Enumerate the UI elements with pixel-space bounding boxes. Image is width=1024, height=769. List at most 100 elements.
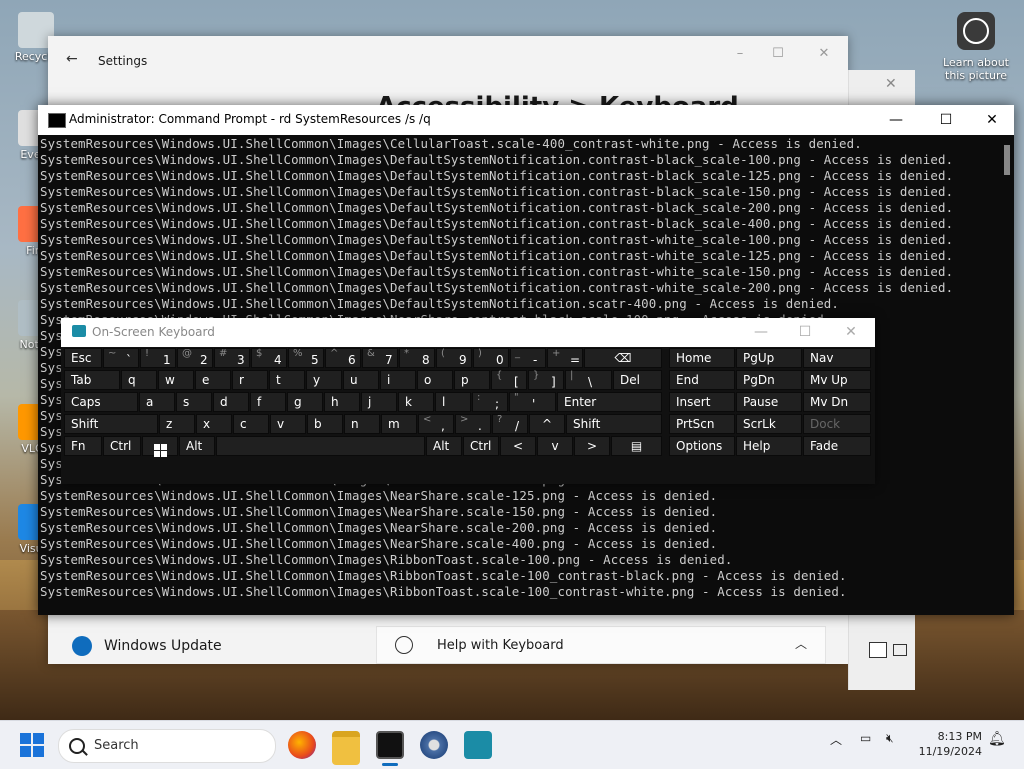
key-i[interactable]: i xyxy=(380,370,416,390)
key-7[interactable]: & 7 xyxy=(362,348,398,368)
key-mvdn[interactable]: Mv Dn xyxy=(803,392,871,412)
key-enter[interactable]: Enter xyxy=(557,392,662,412)
key-help[interactable]: Help xyxy=(736,436,802,456)
key-[interactable]: < xyxy=(500,436,536,456)
key-win[interactable] xyxy=(142,436,178,457)
key-tab[interactable]: Tab xyxy=(64,370,120,390)
key-mvup[interactable]: Mv Up xyxy=(803,370,871,390)
key-alt[interactable]: Alt xyxy=(179,436,215,456)
key-[interactable]: ? / xyxy=(492,414,528,434)
learn-about-picture[interactable]: Learn about this picture xyxy=(938,12,1014,82)
key-[interactable]: }] xyxy=(528,370,564,390)
key-[interactable]: :; xyxy=(472,392,508,412)
maximize-button[interactable]: ☐ xyxy=(924,109,968,131)
key-s[interactable]: s xyxy=(176,392,212,412)
key-v[interactable]: v xyxy=(270,414,306,434)
close-button[interactable]: ✕ xyxy=(804,44,844,64)
key-9[interactable]: (9 xyxy=(436,348,472,368)
on-screen-keyboard-icon[interactable] xyxy=(464,731,492,759)
key-shift[interactable]: Shift xyxy=(64,414,158,434)
maximize-button[interactable]: ☐ xyxy=(785,321,825,343)
key-8[interactable]: * 8 xyxy=(399,348,435,368)
key-alt[interactable]: Alt xyxy=(426,436,462,456)
key-shift[interactable]: Shift xyxy=(566,414,662,434)
key-n[interactable]: n xyxy=(344,414,380,434)
minimize-button[interactable]: – xyxy=(720,44,760,64)
key-esc[interactable]: Esc xyxy=(64,348,102,368)
key-[interactable]: _ - xyxy=(510,348,546,368)
key-r[interactable]: r xyxy=(232,370,268,390)
key-t[interactable]: t xyxy=(269,370,305,390)
key-f[interactable]: f xyxy=(250,392,286,412)
key-5[interactable]: % 5 xyxy=(288,348,324,368)
key-e[interactable]: e xyxy=(195,370,231,390)
key-nav[interactable]: Nav xyxy=(803,348,871,368)
key-[interactable]: ▤ xyxy=(611,436,662,456)
key-4[interactable]: $4 xyxy=(251,348,287,368)
key-ctrl[interactable]: Ctrl xyxy=(103,436,141,456)
key-2[interactable]: @2 xyxy=(177,348,213,368)
osk-titlebar[interactable]: On-Screen Keyboard — ☐ ✕ xyxy=(61,318,875,347)
view-thumbnails-icon[interactable] xyxy=(893,644,907,656)
volume-muted-icon[interactable]: 🔇︎ xyxy=(886,731,894,746)
key-p[interactable]: p xyxy=(454,370,490,390)
key-[interactable]: + = xyxy=(547,348,583,368)
key-0[interactable]: ) 0 xyxy=(473,348,509,368)
chevron-up-icon[interactable]: ︿ xyxy=(830,731,842,748)
chevron-up-icon[interactable]: ︿ xyxy=(795,635,807,652)
start-button[interactable] xyxy=(20,733,44,757)
key-pgup[interactable]: PgUp xyxy=(736,348,802,368)
key-u[interactable]: u xyxy=(343,370,379,390)
maximize-button[interactable]: ☐ xyxy=(758,44,798,64)
key-fn[interactable]: Fn xyxy=(64,436,102,456)
key-dock[interactable]: Dock xyxy=(803,414,871,434)
key-h[interactable]: h xyxy=(324,392,360,412)
cmd-titlebar[interactable]: Administrator: Command Prompt - rd Syste… xyxy=(38,105,1014,135)
key-w[interactable]: w xyxy=(158,370,194,390)
search-box[interactable]: Search xyxy=(58,729,276,763)
key-o[interactable]: o xyxy=(417,370,453,390)
key-3[interactable]: #3 xyxy=(214,348,250,368)
key-[interactable]: >. xyxy=(455,414,491,434)
key-fade[interactable]: Fade xyxy=(803,436,871,456)
key-m[interactable]: m xyxy=(381,414,417,434)
key-pause[interactable]: Pause xyxy=(736,392,802,412)
key-[interactable]: ~ ` xyxy=(103,348,139,368)
key-x[interactable]: x xyxy=(196,414,232,434)
scrollbar[interactable] xyxy=(1004,145,1010,175)
key-options[interactable]: Options xyxy=(669,436,735,456)
key-home[interactable]: Home xyxy=(669,348,735,368)
nav-windows-update[interactable]: Windows Update xyxy=(72,636,222,656)
key-pgdn[interactable]: PgDn xyxy=(736,370,802,390)
key-[interactable]: > xyxy=(574,436,610,456)
key-l[interactable]: l xyxy=(435,392,471,412)
key-v[interactable]: v xyxy=(537,436,573,456)
key-g[interactable]: g xyxy=(287,392,323,412)
minimize-button[interactable]: — xyxy=(741,321,781,343)
key-space[interactable] xyxy=(216,436,425,456)
key-6[interactable]: ^ 6 xyxy=(325,348,361,368)
view-details-icon[interactable] xyxy=(869,642,887,658)
close-icon[interactable]: ✕ xyxy=(885,76,897,92)
key-1[interactable]: ! 1 xyxy=(140,348,176,368)
firefox-icon[interactable] xyxy=(288,731,316,759)
key-y[interactable]: y xyxy=(306,370,342,390)
key-[interactable]: " ' xyxy=(509,392,556,412)
file-explorer-icon[interactable] xyxy=(332,731,360,765)
key-d[interactable]: d xyxy=(213,392,249,412)
key-insert[interactable]: Insert xyxy=(669,392,735,412)
key-[interactable]: ^ xyxy=(529,414,565,434)
key-q[interactable]: q xyxy=(121,370,157,390)
network-icon[interactable]: ▭ xyxy=(860,731,871,745)
help-with-keyboard[interactable]: Help with Keyboard ︿ xyxy=(376,626,826,664)
key-a[interactable]: a xyxy=(139,392,175,412)
key-scrlk[interactable]: ScrLk xyxy=(736,414,802,434)
minimize-button[interactable]: — xyxy=(874,109,918,131)
key-z[interactable]: z xyxy=(159,414,195,434)
terminal-icon[interactable] xyxy=(376,731,404,759)
back-arrow-icon[interactable]: ← xyxy=(66,51,78,67)
settings-gear-icon[interactable] xyxy=(420,731,448,759)
key-[interactable]: | \ xyxy=(565,370,612,390)
key-[interactable]: <, xyxy=(418,414,454,434)
key-end[interactable]: End xyxy=(669,370,735,390)
